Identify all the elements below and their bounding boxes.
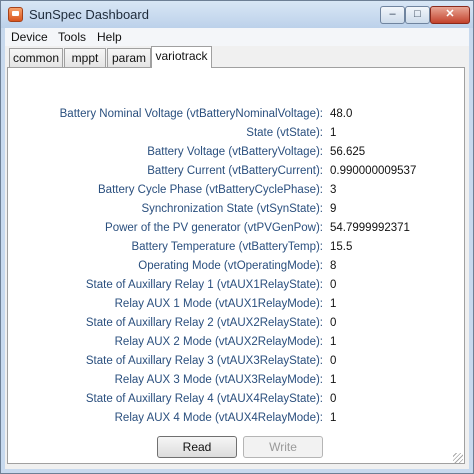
read-button[interactable]: Read bbox=[157, 436, 237, 458]
menu-help[interactable]: Help bbox=[97, 30, 122, 44]
menu-tools[interactable]: Tools bbox=[58, 30, 86, 44]
field-label: Battery Voltage (vtBatteryVoltage): bbox=[147, 146, 323, 158]
field-value: 0 bbox=[330, 355, 337, 367]
menu-device[interactable]: Device bbox=[11, 30, 48, 44]
field-value: 1 bbox=[330, 336, 337, 348]
field-row: Relay AUX 3 Mode (vtAUX3RelayMode): 1 bbox=[8, 372, 466, 390]
field-value: 15.5 bbox=[330, 241, 353, 253]
field-row: State (vtState): 1 bbox=[8, 125, 466, 143]
field-value: 56.625 bbox=[330, 146, 366, 158]
field-label: Battery Nominal Voltage (vtBatteryNomina… bbox=[59, 108, 323, 120]
field-row: Relay AUX 2 Mode (vtAUX2RelayMode): 1 bbox=[8, 334, 466, 352]
tab-mppt[interactable]: mppt bbox=[64, 48, 106, 67]
field-row: Battery Voltage (vtBatteryVoltage): 56.6… bbox=[8, 144, 466, 162]
field-label: Relay AUX 3 Mode (vtAUX3RelayMode): bbox=[114, 374, 323, 386]
field-value: 1 bbox=[330, 374, 337, 386]
field-label: State of Auxillary Relay 3 (vtAUX3RelayS… bbox=[85, 355, 323, 367]
field-row: Relay AUX 4 Mode (vtAUX4RelayMode): 1 bbox=[8, 410, 466, 428]
field-value: 1 bbox=[330, 412, 337, 424]
field-row: Battery Nominal Voltage (vtBatteryNomina… bbox=[8, 106, 466, 124]
field-value: 0 bbox=[330, 317, 337, 329]
main-panel: common mppt param variotrack Battery Nom… bbox=[5, 46, 469, 469]
field-label: State (vtState): bbox=[246, 127, 323, 139]
field-value: 48.0 bbox=[330, 108, 353, 120]
field-row: State of Auxillary Relay 2 (vtAUX2RelayS… bbox=[8, 315, 466, 333]
field-value: 9 bbox=[330, 203, 337, 215]
field-value: 54.7999992371 bbox=[330, 222, 410, 234]
field-value: 8 bbox=[330, 260, 337, 272]
tab-common[interactable]: common bbox=[9, 48, 63, 67]
field-row: Relay AUX 1 Mode (vtAUX1RelayMode): 1 bbox=[8, 296, 466, 314]
field-value: 0 bbox=[330, 393, 337, 405]
maximize-button[interactable]: □ bbox=[405, 6, 430, 24]
tab-variotrack[interactable]: variotrack bbox=[151, 46, 212, 68]
app-icon[interactable] bbox=[8, 7, 23, 22]
resize-grip[interactable] bbox=[453, 453, 463, 463]
field-row: State of Auxillary Relay 3 (vtAUX3RelayS… bbox=[8, 353, 466, 371]
field-label: Synchronization State (vtSynState): bbox=[141, 203, 323, 215]
field-row: Synchronization State (vtSynState): 9 bbox=[8, 201, 466, 219]
field-value: 0.990000009537 bbox=[330, 165, 417, 177]
field-value: 3 bbox=[330, 184, 337, 196]
app-window: SunSpec Dashboard – □ ✕ Device Tools Hel… bbox=[0, 0, 474, 474]
field-label: State of Auxillary Relay 2 (vtAUX2RelayS… bbox=[85, 317, 323, 329]
close-button[interactable]: ✕ bbox=[430, 6, 470, 24]
write-button[interactable]: Write bbox=[243, 436, 323, 458]
field-row: State of Auxillary Relay 1 (vtAUX1RelayS… bbox=[8, 277, 466, 295]
field-value: 1 bbox=[330, 127, 337, 139]
field-label: Battery Current (vtBatteryCurrent): bbox=[147, 165, 323, 177]
field-row: Power of the PV generator (vtPVGenPow): … bbox=[8, 220, 466, 238]
window-title: SunSpec Dashboard bbox=[29, 7, 149, 22]
minimize-button[interactable]: – bbox=[380, 6, 405, 24]
tab-param[interactable]: param bbox=[107, 48, 151, 67]
field-row: Battery Current (vtBatteryCurrent): 0.99… bbox=[8, 163, 466, 181]
field-label: State of Auxillary Relay 1 (vtAUX1RelayS… bbox=[85, 279, 323, 291]
field-row: Battery Cycle Phase (vtBatteryCyclePhase… bbox=[8, 182, 466, 200]
field-label: Battery Cycle Phase (vtBatteryCyclePhase… bbox=[98, 184, 323, 196]
field-label: Battery Temperature (vtBatteryTemp): bbox=[131, 241, 323, 253]
field-label: Relay AUX 4 Mode (vtAUX4RelayMode): bbox=[114, 412, 323, 424]
title-bar[interactable]: SunSpec Dashboard – □ ✕ bbox=[1, 1, 473, 28]
field-label: Relay AUX 1 Mode (vtAUX1RelayMode): bbox=[114, 298, 323, 310]
field-value: 0 bbox=[330, 279, 337, 291]
field-label: Relay AUX 2 Mode (vtAUX2RelayMode): bbox=[114, 336, 323, 348]
field-value: 1 bbox=[330, 298, 337, 310]
field-row: Operating Mode (vtOperatingMode): 8 bbox=[8, 258, 466, 276]
field-label: Power of the PV generator (vtPVGenPow): bbox=[105, 222, 323, 234]
menu-bar: Device Tools Help bbox=[5, 28, 469, 46]
field-label: State of Auxillary Relay 4 (vtAUX4RelayS… bbox=[85, 393, 323, 405]
field-row: State of Auxillary Relay 4 (vtAUX4RelayS… bbox=[8, 391, 466, 409]
field-label: Operating Mode (vtOperatingMode): bbox=[138, 260, 323, 272]
field-row: Battery Temperature (vtBatteryTemp): 15.… bbox=[8, 239, 466, 257]
variotrack-panel: Battery Nominal Voltage (vtBatteryNomina… bbox=[7, 67, 465, 464]
